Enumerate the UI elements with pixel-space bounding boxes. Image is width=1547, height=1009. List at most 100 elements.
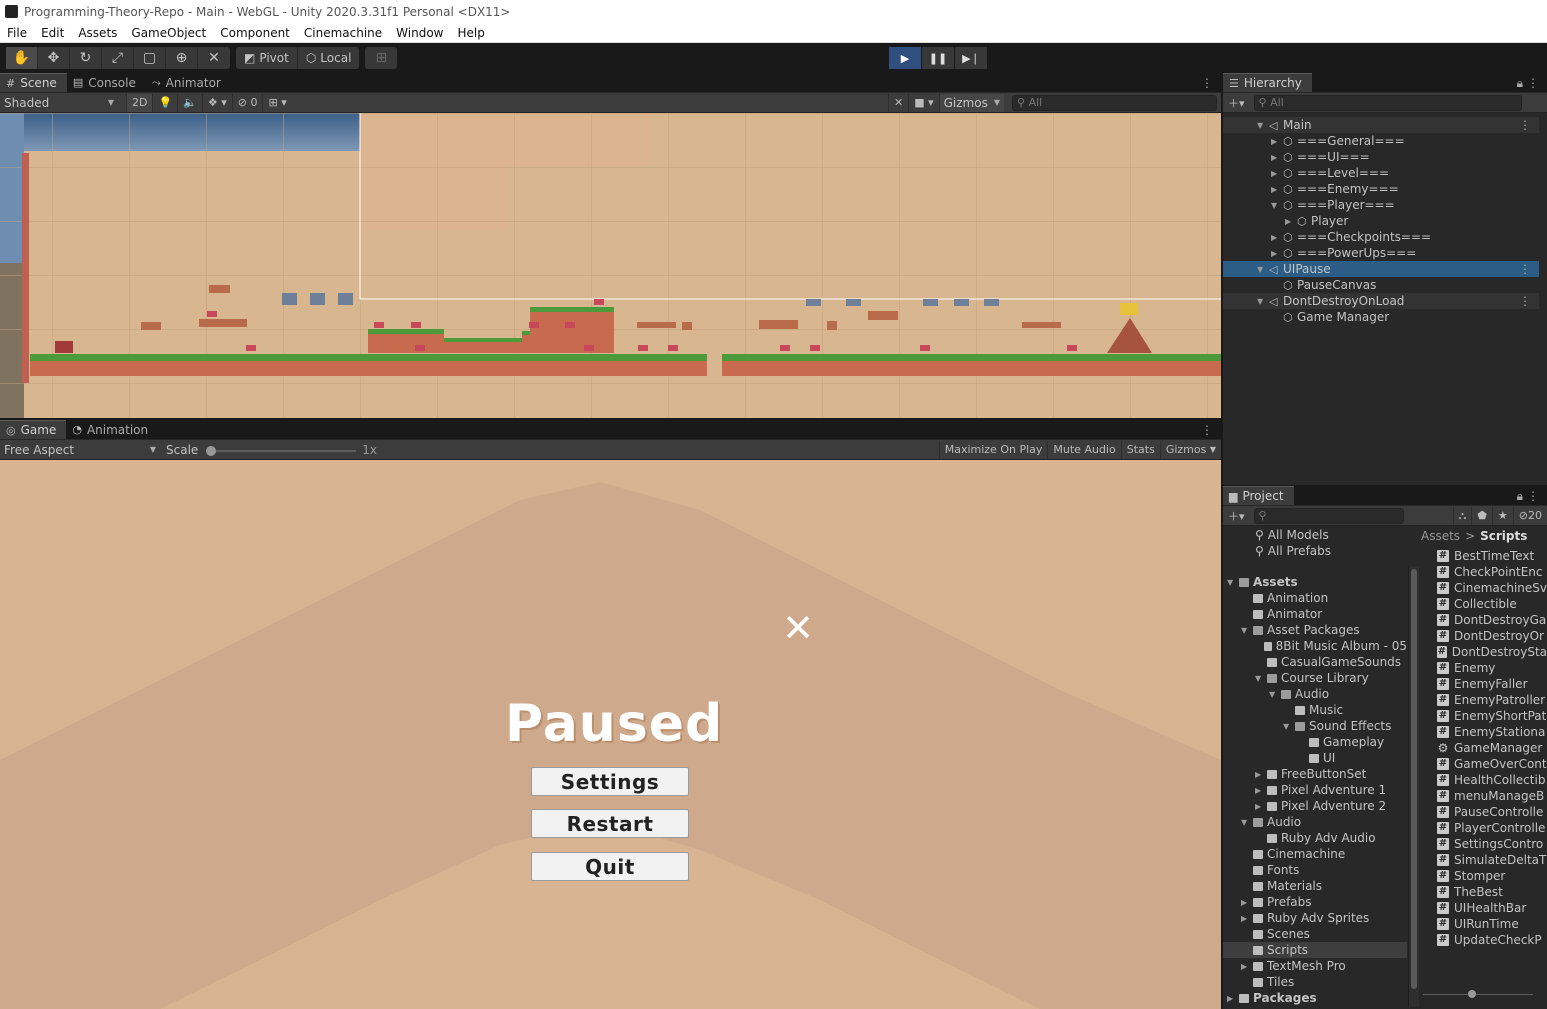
breadcrumb-scripts[interactable]: Scripts bbox=[1480, 529, 1527, 543]
settings-button[interactable]: Settings bbox=[531, 767, 689, 796]
favorite-all-models[interactable]: ⚲ All Models bbox=[1255, 527, 1329, 543]
folder-tree-item[interactable]: Materials bbox=[1223, 878, 1407, 894]
folder-tree-item[interactable]: Scripts bbox=[1223, 942, 1407, 958]
chevron-down-icon[interactable]: ▼ bbox=[1271, 201, 1283, 210]
game-gizmos-dropdown[interactable]: Gizmos ▼ bbox=[1159, 440, 1221, 459]
icon-size-slider[interactable] bbox=[1423, 989, 1533, 999]
transform-tool-icon[interactable]: ⊕ bbox=[166, 47, 198, 69]
pause-button[interactable]: ❚❚ bbox=[922, 47, 954, 69]
tab-console[interactable]: ▤ Console bbox=[67, 73, 146, 92]
tab-animator[interactable]: ⤳ Animator bbox=[146, 73, 231, 92]
folder-tree-item[interactable]: ▼ Assets bbox=[1223, 574, 1407, 590]
folder-tree-item[interactable]: ▶ TextMesh Pro bbox=[1223, 958, 1407, 974]
tab-game[interactable]: ◎ Game bbox=[0, 420, 67, 439]
chevron-right-icon[interactable]: ▶ bbox=[1271, 169, 1283, 178]
tab-project[interactable]: ▆ Project bbox=[1223, 486, 1294, 505]
slider-thumb[interactable] bbox=[1468, 990, 1476, 998]
lock-icon[interactable]: 🔒︎ bbox=[1517, 76, 1523, 91]
maximize-on-play-toggle[interactable]: Maximize On Play bbox=[938, 440, 1048, 459]
chevron-down-icon[interactable]: ▼ bbox=[1241, 626, 1253, 635]
folder-tree-item[interactable]: Scenes bbox=[1223, 926, 1407, 942]
scene-viewport[interactable] bbox=[0, 113, 1221, 418]
script-file-item[interactable]: # HealthCollectib bbox=[1437, 772, 1547, 788]
chevron-down-icon[interactable]: ▼ bbox=[1283, 722, 1295, 731]
script-file-item[interactable]: # Enemy bbox=[1437, 660, 1547, 676]
folder-tree-item[interactable]: ▶ Pixel Adventure 2 bbox=[1223, 798, 1407, 814]
hierarchy-item[interactable]: ⬡ PauseCanvas bbox=[1223, 277, 1539, 293]
folder-tree-item[interactable]: Fonts bbox=[1223, 862, 1407, 878]
script-file-item[interactable]: # EnemyFaller bbox=[1437, 676, 1547, 692]
breadcrumb-assets[interactable]: Assets bbox=[1421, 529, 1460, 543]
chevron-down-icon[interactable]: ▼ bbox=[1227, 578, 1239, 587]
pivot-toggle[interactable]: ◩ Pivot bbox=[236, 47, 298, 69]
script-file-item[interactable]: # UpdateCheckP bbox=[1437, 932, 1547, 948]
hierarchy-scene-row[interactable]: ▼ ◁ Main ⋮ bbox=[1223, 117, 1539, 133]
folder-tree-item[interactable]: Gameplay bbox=[1223, 734, 1407, 750]
folder-tree-item[interactable]: Ruby Adv Audio bbox=[1223, 830, 1407, 846]
menu-file[interactable]: File bbox=[0, 26, 34, 40]
script-file-item[interactable]: # Stomper bbox=[1437, 868, 1547, 884]
script-file-item[interactable]: # CheckPointEnc bbox=[1437, 564, 1547, 580]
stats-toggle[interactable]: Stats bbox=[1120, 440, 1160, 459]
script-file-item[interactable]: # EnemyStationa bbox=[1437, 724, 1547, 740]
tab-scene[interactable]: # Scene bbox=[0, 73, 67, 92]
folder-tree-item[interactable]: ▶ Ruby Adv Sprites bbox=[1223, 910, 1407, 926]
script-file-item[interactable]: # DontDestroyOr bbox=[1437, 628, 1547, 644]
script-file-item[interactable]: # EnemyShortPat bbox=[1437, 708, 1547, 724]
chevron-right-icon[interactable]: ▶ bbox=[1241, 898, 1253, 907]
chevron-right-icon[interactable]: ▶ bbox=[1271, 153, 1283, 162]
mute-audio-toggle[interactable]: Mute Audio bbox=[1047, 440, 1120, 459]
script-file-item[interactable]: # UIRunTime bbox=[1437, 916, 1547, 932]
folder-tree-item[interactable]: Tiles bbox=[1223, 974, 1407, 990]
scale-slider[interactable] bbox=[206, 442, 357, 458]
hierarchy-item[interactable]: ▶ ⬡ ===General=== bbox=[1223, 133, 1539, 149]
local-toggle[interactable]: ⬡ Local bbox=[298, 47, 360, 69]
chevron-down-icon[interactable]: ▼ bbox=[1257, 121, 1269, 130]
create-asset-dropdown[interactable]: ＋▾ bbox=[1223, 507, 1250, 525]
hierarchy-scene-row[interactable]: ▼ ◁ UIPause ⋮ bbox=[1223, 261, 1539, 277]
move-tool-icon[interactable]: ✥ bbox=[38, 47, 70, 69]
folder-tree-item[interactable]: ▶ Packages bbox=[1223, 990, 1407, 1006]
hierarchy-item[interactable]: ▶ ⬡ Player bbox=[1223, 213, 1539, 229]
script-file-item[interactable]: # menuManageB bbox=[1437, 788, 1547, 804]
restart-button[interactable]: Restart bbox=[531, 809, 689, 838]
chevron-right-icon[interactable]: ▶ bbox=[1255, 802, 1267, 811]
star-icon[interactable]: ★ bbox=[1491, 506, 1513, 525]
scene-menu-icon[interactable]: ⋮ bbox=[1519, 294, 1531, 308]
folder-tree-item[interactable]: ▶ Pixel Adventure 1 bbox=[1223, 782, 1407, 798]
menu-window[interactable]: Window bbox=[389, 26, 450, 40]
script-file-item[interactable]: # SettingsContro bbox=[1437, 836, 1547, 852]
folder-tree-item[interactable]: ▼ Asset Packages bbox=[1223, 622, 1407, 638]
folder-tree-item[interactable]: UI bbox=[1223, 750, 1407, 766]
hierarchy-item[interactable]: ▶ ⬡ ===Level=== bbox=[1223, 165, 1539, 181]
hierarchy-item[interactable]: ⬡ Game Manager bbox=[1223, 309, 1539, 325]
folder-tree-item[interactable]: ▼ Audio bbox=[1223, 686, 1407, 702]
scene-menu-icon[interactable]: ⋮ bbox=[1519, 262, 1531, 276]
scale-tool-icon[interactable]: ⤢ bbox=[102, 47, 134, 69]
script-file-item[interactable]: # TheBest bbox=[1437, 884, 1547, 900]
menu-help[interactable]: Help bbox=[451, 26, 492, 40]
chevron-right-icon[interactable]: ▶ bbox=[1271, 249, 1283, 258]
script-file-item[interactable]: ⚙ GameManager bbox=[1437, 740, 1547, 756]
script-file-item[interactable]: # Collectible bbox=[1437, 596, 1547, 612]
hierarchy-item[interactable]: ▶ ⬡ ===UI=== bbox=[1223, 149, 1539, 165]
project-search-input[interactable]: ⚲ bbox=[1253, 507, 1404, 524]
tab-hierarchy[interactable]: ☰ Hierarchy bbox=[1223, 73, 1312, 92]
grid-toggle-icon[interactable]: ⊞ ▾ bbox=[262, 93, 291, 112]
script-file-item[interactable]: # DontDestroyGa bbox=[1437, 612, 1547, 628]
tools-icon[interactable]: ✕ bbox=[887, 93, 908, 112]
chevron-right-icon[interactable]: ▶ bbox=[1227, 994, 1239, 1003]
play-button[interactable]: ▶ bbox=[889, 47, 921, 69]
script-file-item[interactable]: # DontDestroySta bbox=[1437, 644, 1547, 660]
hidden-packages-toggle[interactable]: ⊘ 20 bbox=[1512, 506, 1547, 525]
grid-snap-icon[interactable]: ⊞ bbox=[365, 47, 397, 69]
script-file-item[interactable]: # CinemachineSv bbox=[1437, 580, 1547, 596]
chevron-right-icon[interactable]: ▶ bbox=[1285, 217, 1297, 226]
menu-gameobject[interactable]: GameObject bbox=[124, 26, 213, 40]
script-file-item[interactable]: # GameOverCont bbox=[1437, 756, 1547, 772]
lighting-toggle-icon[interactable]: 💡 bbox=[152, 93, 177, 112]
effects-toggle-icon[interactable]: ❖ ▾ bbox=[201, 93, 232, 112]
chevron-right-icon[interactable]: ▶ bbox=[1255, 786, 1267, 795]
hierarchy-search-input[interactable]: ⚲ All bbox=[1253, 94, 1522, 111]
chevron-right-icon[interactable]: ▶ bbox=[1271, 233, 1283, 242]
